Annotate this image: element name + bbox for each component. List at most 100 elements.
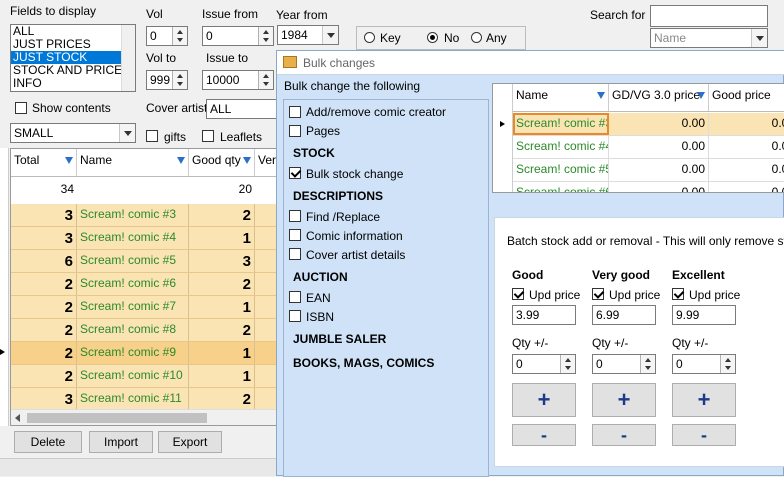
table-row[interactable]: 3 Scream! comic #11 2 [11,388,277,411]
vol-to-spin[interactable] [172,71,187,89]
ean-checkbox[interactable] [289,291,301,303]
show-contents-label: Show contents [32,101,111,115]
price-input[interactable]: 6.99 [592,305,656,325]
chevron-down-icon[interactable] [322,26,338,44]
size-select[interactable]: SMALL [10,123,136,143]
upd-price-checkbox[interactable] [672,288,684,300]
scroll-left-icon[interactable] [15,414,20,422]
table-row[interactable]: 2 Scream! comic #7 1 [11,296,277,319]
table-row[interactable]: 3 Scream! comic #3 2 [11,204,277,227]
chevron-down-icon[interactable] [119,124,135,142]
ean-label: EAN [306,291,331,305]
price-input[interactable]: 3.99 [512,305,576,325]
gifts-checkbox[interactable] [146,130,158,142]
bulk-changes-dialog: Bulk changes Bulk change the following A… [276,50,784,477]
table-row[interactable]: 2 Scream! comic #8 2 [11,319,277,342]
header-total[interactable]: Total [11,149,77,176]
search-field-select[interactable]: Name [650,28,768,48]
row-good-qty: 2 [189,388,255,410]
table-row[interactable]: 2 Scream! comic #6 2 [11,273,277,296]
upd-price-checkbox[interactable] [512,288,524,300]
filter-icon[interactable] [597,92,605,99]
cover-artist-input[interactable]: ALL [206,99,278,119]
qty-stepper[interactable]: 0 [592,354,656,374]
scroll-thumb[interactable] [27,413,207,423]
row-total: 2 [11,319,77,341]
row-good-qty: 3 [189,250,255,272]
table-row[interactable]: 3 Scream! comic #4 1 [11,227,277,250]
row-name: Scream! comic #10 [77,365,189,387]
table-row[interactable]: 6 Scream! comic #5 3 [11,250,277,273]
add-stock-button[interactable]: + [512,383,576,417]
add-creator-checkbox[interactable] [289,106,301,118]
row-good-qty: 1 [189,365,255,387]
add-stock-button[interactable]: + [592,383,656,417]
qty-stepper[interactable]: 0 [512,354,576,374]
radio-any[interactable] [471,32,482,43]
dialog-header-good[interactable]: Good price [709,84,784,111]
row-good-qty: 1 [189,342,255,364]
dialog-header-name[interactable]: Name [513,84,609,111]
dialog-table-row[interactable]: Scream! comic #60.000.00 [513,182,784,192]
export-button[interactable]: Export [158,431,222,453]
year-select[interactable]: 1984 [277,25,339,45]
listbox-scrollbar[interactable] [121,25,135,91]
isbn-checkbox[interactable] [289,310,301,322]
radio-key[interactable] [364,32,375,43]
issue-from-spin[interactable] [258,27,273,45]
issue-to-stepper[interactable]: 10000 [202,70,274,90]
upd-price-checkbox[interactable] [592,288,604,300]
comic-info-checkbox[interactable] [289,229,301,241]
import-button[interactable]: Import [89,431,153,453]
row-pointer-icon [0,349,5,355]
remove-stock-button[interactable]: - [672,424,736,446]
header-name[interactable]: Name [77,149,189,176]
size-value: SMALL [14,126,54,140]
dialog-header-good-label: Good price [712,88,771,102]
qty-spin[interactable] [560,355,575,373]
filter-icon[interactable] [177,157,185,164]
dialog-table-row[interactable]: Scream! comic #50.000.00 [513,159,784,182]
issue-from-stepper[interactable]: 0 [202,26,274,46]
grid-hscrollbar[interactable] [11,409,277,425]
qty-stepper[interactable]: 0 [672,354,736,374]
vol-spin[interactable] [172,27,187,45]
table-row[interactable]: 2 Scream! comic #10 1 [11,365,277,388]
fields-listbox[interactable]: ALL JUST PRICES JUST STOCK STOCK AND PRICES… [10,24,136,92]
filter-icon[interactable] [65,157,73,164]
delete-button[interactable]: Delete [14,431,82,453]
vol-stepper[interactable]: 0 [146,26,188,46]
find-replace-label: Find /Replace [306,210,381,224]
qty-spin[interactable] [720,355,735,373]
fields-list-item[interactable]: INFO [11,77,135,90]
row-name: Scream! comic #4 [77,227,189,249]
find-replace-checkbox[interactable] [289,210,301,222]
table-row[interactable]: 2 Scream! comic #9 1 [11,342,277,365]
leaflets-label: Leaflets [220,130,263,144]
issue-to-spin[interactable] [258,71,273,89]
header-very[interactable]: Very [255,149,277,176]
qty-spin[interactable] [640,355,655,373]
search-input[interactable] [650,5,768,27]
dialog-header-gdvg[interactable]: GD/VG 3.0 price [609,84,709,111]
radio-no[interactable] [427,32,438,43]
row-name: Scream! comic #9 [77,342,189,364]
filter-icon[interactable] [243,157,251,164]
add-stock-button[interactable]: + [672,383,736,417]
grid-header: Total Name Good qty Very [11,149,277,177]
header-good-qty[interactable]: Good qty [189,149,255,176]
filter-icon[interactable] [697,92,705,99]
dialog-table-row[interactable]: Scream! comic #40.000.00 [513,136,784,159]
qty-value: 0 [596,357,603,371]
chevron-down-icon[interactable] [751,29,767,47]
cover-artist-details-checkbox[interactable] [289,248,301,260]
remove-stock-button[interactable]: - [592,424,656,446]
leaflets-checkbox[interactable] [202,130,214,142]
pages-checkbox[interactable] [289,125,301,137]
dialog-table-row[interactable]: Scream! comic #30.000.00 [513,113,784,136]
vol-to-stepper[interactable]: 999 [146,70,188,90]
bulk-stock-checkbox[interactable] [289,167,301,179]
remove-stock-button[interactable]: - [512,424,576,446]
show-contents-checkbox[interactable] [15,102,27,114]
price-input[interactable]: 9.99 [672,305,736,325]
